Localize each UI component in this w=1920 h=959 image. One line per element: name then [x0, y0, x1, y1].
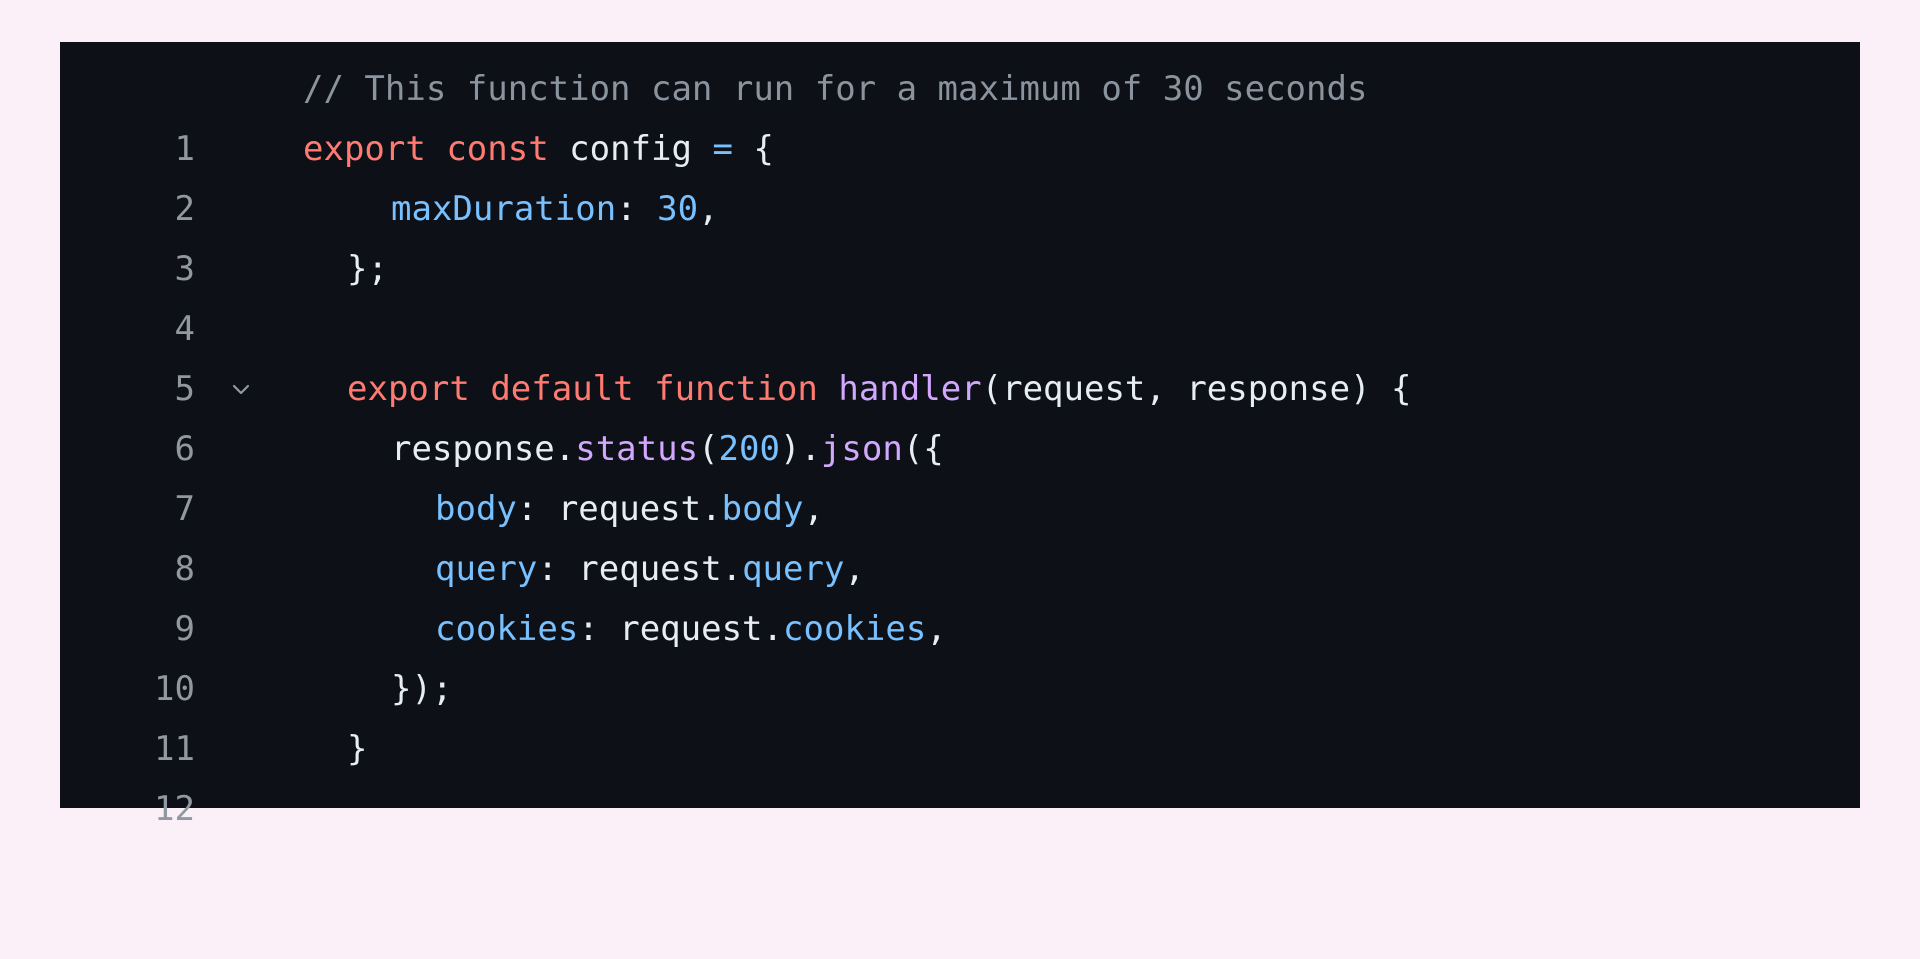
function-name-token: status — [575, 429, 699, 469]
line-code[interactable]: query: request.query, — [435, 539, 865, 599]
keyword-token: export — [303, 129, 426, 169]
code-line: 10 cookies: request.cookies, — [60, 599, 1860, 709]
operator-token: = — [712, 129, 733, 169]
text-token: config — [548, 129, 713, 169]
text-token: ). — [779, 429, 821, 469]
code-line: 9 query: request.query, — [60, 539, 1860, 649]
property-token: query — [742, 549, 845, 589]
text-token: , — [926, 609, 947, 649]
code-line: 12 } — [60, 719, 1860, 829]
line-code[interactable]: export default function handler(request,… — [347, 359, 1412, 419]
property-token: query — [435, 549, 538, 589]
code-line: 6 export default function handler(reques… — [60, 359, 1860, 469]
code-line: 8 body: request.body, — [60, 479, 1860, 589]
property-token: cookies — [783, 609, 927, 649]
text-token: : — [616, 189, 658, 229]
text-token: : request. — [578, 609, 783, 649]
line-code[interactable]: maxDuration: 30, — [391, 179, 719, 239]
text-token: } — [347, 729, 368, 769]
code-line: 2 export const config = { — [60, 119, 1860, 229]
line-code[interactable]: body: request.body, — [435, 479, 824, 539]
property-token: body — [435, 489, 517, 529]
function-name-token: json — [820, 429, 903, 469]
chevron-down-icon[interactable] — [232, 381, 250, 399]
code-line: 4 }; — [60, 239, 1860, 349]
text-token: }; — [347, 249, 388, 289]
code-line: 3 maxDuration: 30, — [60, 179, 1860, 289]
code-line: 1 // This function can run for a maximum… — [60, 59, 1860, 169]
text-token: { — [732, 129, 774, 169]
text-token: , — [803, 489, 824, 529]
code-line: 11 }); — [60, 659, 1860, 769]
line-number: 12 — [154, 789, 195, 829]
number-token: 200 — [718, 429, 780, 469]
text-token: response. — [391, 429, 576, 469]
function-name-token: handler — [838, 369, 982, 409]
keyword-token: export — [347, 369, 470, 409]
line-code[interactable]: cookies: request.cookies, — [435, 599, 947, 659]
number-token: 30 — [657, 189, 699, 229]
keyword-token: default — [490, 369, 634, 409]
line-code[interactable]: response.status(200).json({ — [391, 419, 944, 479]
text-token: : request. — [537, 549, 743, 589]
line-code[interactable]: export const config = { — [303, 119, 774, 179]
property-token: body — [721, 489, 804, 529]
text-token: : request. — [516, 489, 722, 529]
code-line: 7 response.status(200).json({ — [60, 419, 1860, 529]
line-code[interactable]: } — [347, 719, 367, 779]
code-line: 5 — [60, 299, 1860, 409]
property-token: maxDuration — [391, 189, 617, 229]
text-token: ( — [698, 429, 719, 469]
keyword-token: const — [446, 129, 549, 169]
text-token: , — [844, 549, 865, 589]
line-code[interactable]: }; — [347, 239, 388, 299]
text-token: }); — [391, 669, 453, 709]
code-editor: 1 // This function can run for a maximum… — [60, 42, 1860, 829]
text-token: ({ — [902, 429, 944, 469]
text-token: , — [698, 189, 719, 229]
comment-token: // This function can run for a maximum o… — [303, 69, 1368, 109]
line-code[interactable]: // This function can run for a maximum o… — [303, 59, 1367, 119]
line-code[interactable]: }); — [391, 659, 452, 719]
property-token: cookies — [435, 609, 579, 649]
keyword-token: function — [654, 369, 818, 409]
text-token: (request, response) { — [981, 369, 1412, 409]
